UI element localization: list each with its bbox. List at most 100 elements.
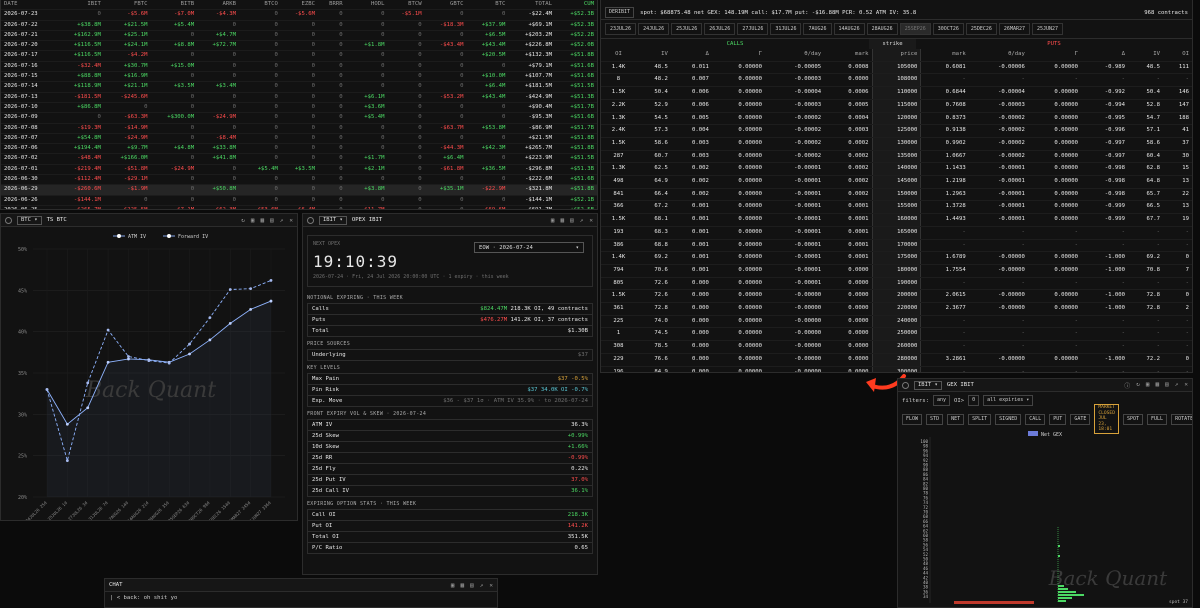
chain-row[interactable]: 2.2K 52.9 0.006 0.00000 -0.00003 0.0005 115000… [601, 99, 1192, 113]
chain-col-header[interactable]: OI [1162, 49, 1192, 62]
chain-row[interactable]: 1.3K 62.5 0.002 0.00000 -0.00001 0.0002 140000… [601, 162, 1192, 177]
close-icon[interactable]: ✕ [289, 217, 293, 224]
chain-row[interactable]: 1.3K 54.5 0.005 0.00000 -0.00002 0.0004 120000… [601, 112, 1192, 126]
window-icon[interactable]: ▦ [1156, 381, 1160, 390]
etf-col-header[interactable]: CUM [555, 0, 597, 11]
gex-bar[interactable] [1058, 585, 1064, 587]
data-point[interactable] [228, 288, 232, 291]
call-button[interactable]: CALL [1025, 413, 1046, 425]
save-icon[interactable]: ▤ [570, 217, 574, 224]
data-point[interactable] [269, 299, 273, 303]
window-icon[interactable]: ▦ [461, 582, 465, 589]
etf-row[interactable]: 2026-07-15 +$88.8M +$16.9M 0 0 0 0 0 0 0 0 +$10.0M +… [1, 71, 597, 83]
data-point[interactable] [106, 360, 110, 364]
gate-button[interactable]: GATE [1070, 413, 1091, 425]
full-button[interactable]: FULL [1147, 413, 1168, 425]
close-icon[interactable]: ✕ [1184, 381, 1188, 390]
expiry-tab[interactable]: 25JUL26 [671, 23, 703, 35]
opex-asset-select[interactable]: IBIT ▾ [319, 215, 347, 225]
chain-row[interactable]: 1.5K 68.1 0.001 0.00000 -0.00001 0.0001 160000… [601, 213, 1192, 227]
expiry-tab[interactable]: 7AUG26 [803, 23, 832, 35]
chain-row[interactable]: 498 64.9 0.002 0.00000 -0.00001 0.0002 145000 1… [601, 175, 1192, 189]
window-icon[interactable]: ▦ [261, 217, 265, 224]
gex-bar[interactable] [1058, 597, 1072, 599]
etf-col-header[interactable]: FBTC [103, 0, 151, 11]
etf-row[interactable]: 2026-06-29 -$260.6M -$1.9M 0 +$50.8M 0 0 0 +$3.8… [1, 184, 597, 196]
info-icon[interactable]: ⓘ [1124, 381, 1130, 390]
chain-row[interactable]: 1.5K 58.6 0.003 0.00000 -0.00002 0.0002 130000… [601, 137, 1192, 151]
expiry-tab[interactable]: 24JUL26 [638, 23, 670, 35]
save-icon[interactable]: ▤ [470, 582, 474, 589]
data-point[interactable] [208, 316, 212, 320]
data-point[interactable] [228, 322, 232, 325]
chain-col-header[interactable]: Δ [1080, 49, 1129, 62]
expiry-tab[interactable]: 23JUL26 [605, 23, 637, 35]
chain-row[interactable]: 2.4K 57.3 0.004 0.00000 -0.00002 0.0003 125000… [601, 124, 1192, 138]
chain-row[interactable]: 1.4K 48.5 0.011 0.00000 -0.00005 0.0008 105000… [601, 61, 1192, 75]
asset-select[interactable]: BTC ▾ [17, 215, 42, 225]
chain-row[interactable]: 193 68.3 0.001 0.00000 -0.00001 0.0001 165000-… [601, 226, 1192, 240]
expiry-tab[interactable]: 26MAR27 [998, 23, 1030, 35]
net-button[interactable]: NET [947, 413, 965, 425]
gex-bar[interactable] [1058, 594, 1084, 596]
etf-col-header[interactable]: IBIT [57, 0, 104, 11]
etf-col-header[interactable]: BTCW [387, 0, 425, 11]
close-icon[interactable]: ✕ [489, 582, 493, 589]
popout-icon[interactable]: ↗ [1175, 381, 1179, 390]
spot-button[interactable]: SPOT [1122, 413, 1144, 425]
refresh-icon[interactable]: ↻ [241, 217, 245, 224]
rotate-button[interactable]: ROTATE [1171, 413, 1192, 425]
popout-icon[interactable]: ↗ [580, 217, 584, 224]
chain-row[interactable]: 1.5K 72.6 0.000 0.00000 -0.00000 0.0000 200000… [601, 289, 1192, 304]
chain-row[interactable]: 366 67.2 0.001 0.00000 -0.00001 0.0001 155000 1… [601, 200, 1192, 215]
data-point[interactable] [106, 328, 110, 332]
chain-row[interactable]: 841 66.4 0.002 0.00000 -0.00001 0.0002 150000 1… [601, 188, 1192, 202]
etf-row[interactable]: 2026-07-16 -$32.4M +$30.7M +$15.0M 0 0 0 0 0 0 0 0 +… [1, 61, 597, 73]
oi-input[interactable]: 0 [968, 395, 980, 406]
etf-row[interactable]: 2026-07-13 -$181.5M -$245.6M 0 0 0 0 0 +$6.1M 0 -$… [1, 92, 597, 103]
window-icon[interactable]: ▦ [561, 217, 565, 224]
data-point[interactable] [86, 406, 90, 410]
refresh-icon[interactable]: ↻ [1136, 381, 1140, 390]
data-point[interactable] [249, 307, 253, 311]
close-icon[interactable]: ✕ [589, 217, 593, 224]
etf-row[interactable]: 2026-07-06 +$194.4M +$9.7M +$4.8M +$33.8M 0 0 0… [1, 143, 597, 155]
etf-row[interactable]: 2026-07-20 +$116.5M +$24.1M +$8.8M +$72.7M 0 0… [1, 40, 597, 52]
etf-col-header[interactable]: BTC [466, 0, 509, 11]
chain-col-header[interactable]: OI [601, 49, 636, 62]
expiry-tab[interactable]: 28AUG26 [866, 23, 898, 35]
etf-col-header[interactable]: BITB [150, 0, 198, 11]
etf-col-header[interactable]: GBTC [424, 0, 467, 11]
data-point[interactable] [127, 355, 130, 358]
data-point[interactable] [45, 388, 49, 391]
chain-col-header[interactable]: Γ [711, 49, 765, 62]
chain-col-header[interactable]: Δ [670, 49, 712, 62]
chain-row[interactable]: 386 68.8 0.001 0.00000 -0.00001 0.0001 170000-… [601, 239, 1192, 253]
etf-col-header[interactable]: EZBC [280, 0, 319, 11]
data-point[interactable] [86, 381, 90, 385]
data-point[interactable] [147, 359, 151, 362]
chain-row[interactable]: 794 70.6 0.001 0.00000 -0.00001 0.0000 180000 1… [601, 264, 1192, 278]
chain-row[interactable]: 287 60.7 0.003 0.00000 -0.00002 0.0002 135000 1… [601, 150, 1192, 164]
etf-row[interactable]: 2026-07-17 +$116.5M -$4.2M 0 0 0 0 0 0 0 0 +$20.5M +… [1, 50, 597, 62]
chain-col-header[interactable]: mark [920, 49, 969, 62]
etf-row[interactable]: 2026-07-01 -$219.4M -$51.8M -$24.9M 0 +$5.4M +… [1, 164, 597, 176]
data-point[interactable] [269, 279, 273, 282]
chain-row[interactable]: 805 72.6 0.000 0.00000 -0.00001 0.0000 190000-… [601, 277, 1192, 291]
data-point[interactable] [127, 357, 130, 361]
expiry-tab[interactable]: 30OCT26 [932, 23, 964, 35]
etf-col-header[interactable]: DATE [1, 0, 58, 11]
data-point[interactable] [65, 422, 69, 426]
chain-row[interactable]: 1 74.5 0.000 0.00000 -0.00000 0.0000 250000- - -… [601, 327, 1192, 342]
etf-row[interactable]: 2026-07-10 +$86.8M 0 0 0 0 0 0 +$3.6M 0 0 0 +$90.4M +… [1, 102, 597, 114]
data-point[interactable] [249, 287, 253, 291]
chain-row[interactable]: 1.5K 50.4 0.006 0.00000 -0.00004 0.0006 110000… [601, 86, 1192, 100]
etf-row[interactable]: 2026-07-09 0 -$63.3M +$300.0M -$24.9M 0 0 0 +$5.… [1, 112, 597, 124]
etf-row[interactable]: 2026-07-07 +$54.8M -$24.9M 0 -$8.4M 0 0 0 0 0 0 0 +$… [1, 133, 597, 145]
expiry-filter-select[interactable]: all expiries ▾ [983, 395, 1034, 406]
expiry-tab[interactable]: 14AUG26 [833, 23, 865, 35]
etf-row[interactable]: 2026-07-02 -$48.4M +$166.0M 0 +$41.8M 0 0 0 +$1.… [1, 153, 597, 165]
chain-col-header[interactable]: IV [635, 49, 671, 62]
etf-row[interactable]: 2026-07-08 -$19.3M -$14.9M 0 0 0 0 0 0 0 -$63.7M +$… [1, 123, 597, 134]
etf-row[interactable]: 2026-06-30 -$112.4M -$29.1M 0 0 0 0 0 0 0 0 0 -$222.… [1, 174, 597, 186]
